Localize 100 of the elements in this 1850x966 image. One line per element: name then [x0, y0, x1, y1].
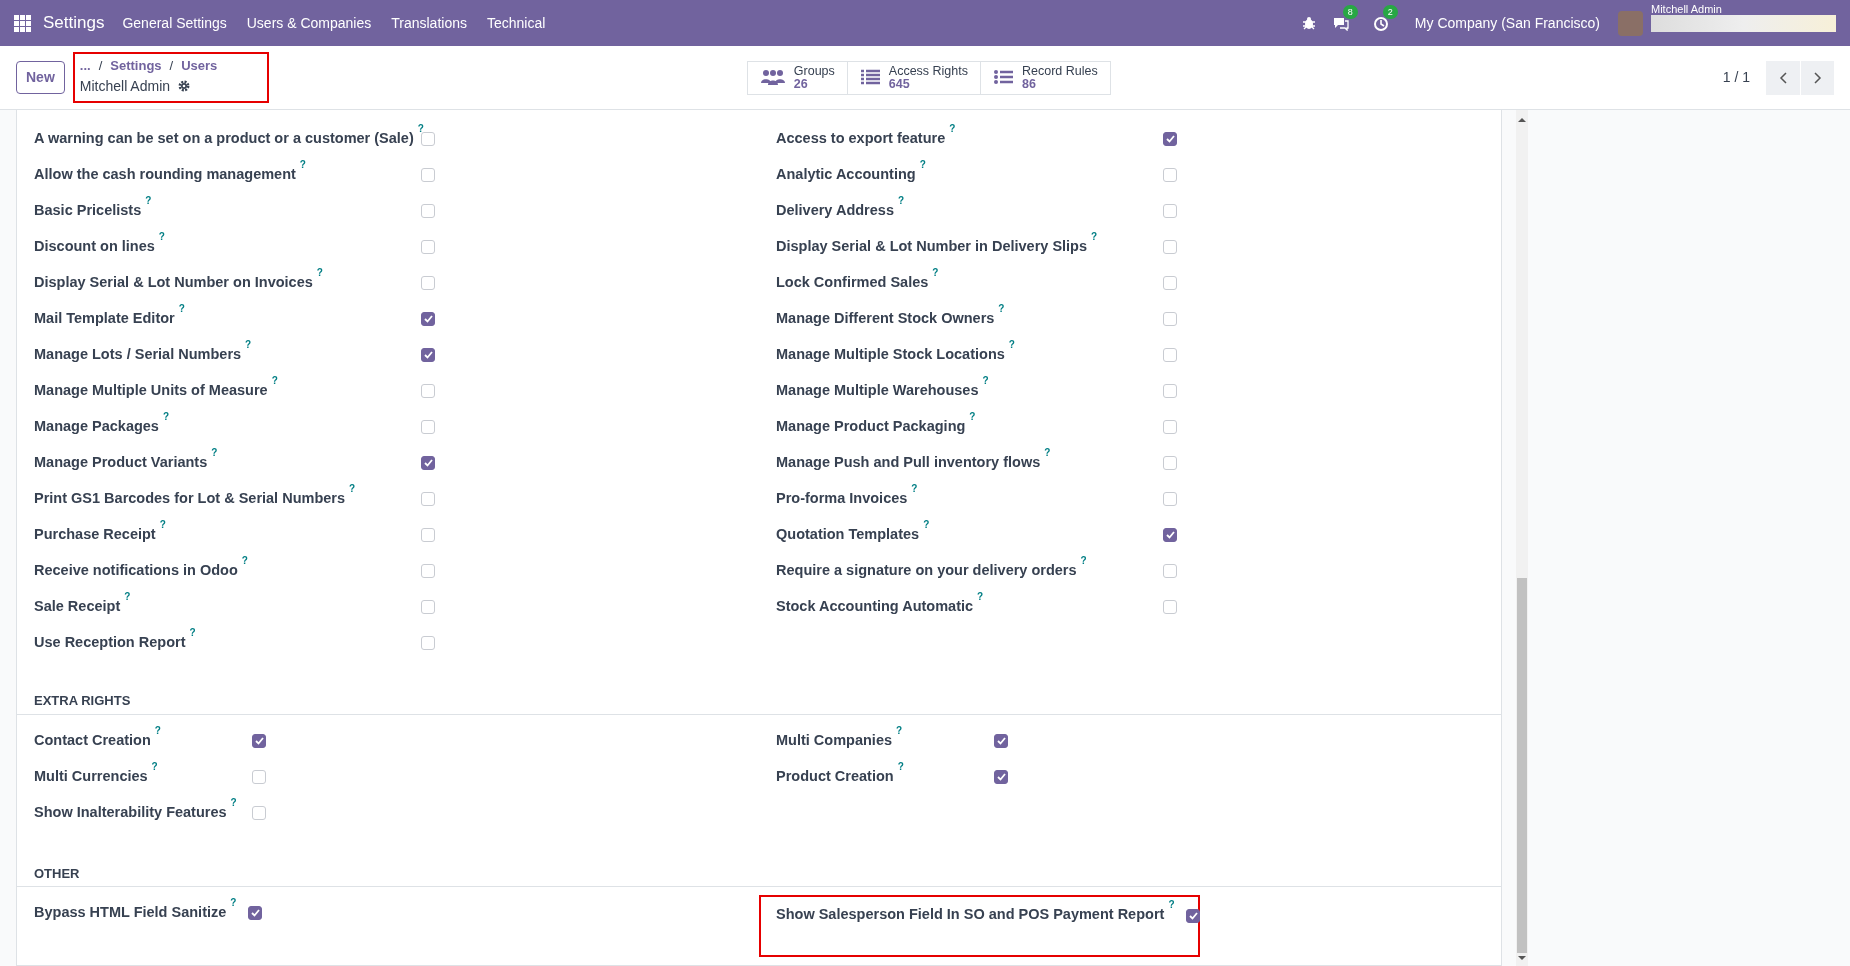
field-label: Manage Multiple Stock Locations	[776, 346, 1005, 363]
next-button[interactable]	[1800, 60, 1834, 95]
help-tooltip[interactable]: ?	[949, 123, 956, 135]
help-tooltip[interactable]: ?	[896, 724, 903, 736]
menu-item[interactable]: Technical	[477, 12, 556, 34]
avatar[interactable]	[1618, 10, 1643, 36]
field-label: Manage Product Packaging	[776, 418, 966, 435]
help-tooltip[interactable]: ?	[919, 159, 926, 171]
field-label: Stock Accounting Automatic	[776, 598, 974, 615]
help-tooltip[interactable]: ?	[241, 555, 248, 567]
stat-button[interactable]: Access Rights 645	[847, 60, 981, 95]
field-label: Product Creation	[776, 767, 894, 784]
breadcrumb-separator: /	[98, 57, 103, 75]
checkbox[interactable]	[1163, 528, 1177, 542]
menu-item[interactable]: Translations	[381, 12, 477, 34]
help-tooltip[interactable]: ?	[349, 483, 356, 495]
field-label: Mail Template Editor	[34, 310, 175, 327]
field-label: Manage Multiple Units of Measure	[34, 382, 268, 399]
help-tooltip[interactable]: ?	[162, 411, 170, 423]
breadcrumb-link[interactable]: Users	[181, 56, 218, 76]
help-tooltip[interactable]: ?	[158, 231, 165, 243]
help-tooltip[interactable]: ?	[124, 591, 131, 603]
people-icon	[759, 69, 786, 86]
company-switcher[interactable]: My Company (San Francisco)	[1404, 12, 1610, 34]
checkbox[interactable]	[421, 312, 435, 326]
help-tooltip[interactable]: ?	[151, 760, 158, 772]
stat-button[interactable]: Groups 26	[746, 60, 848, 95]
field-label: A warning can be set on a product or a customer (Sale)	[34, 130, 414, 147]
help-tooltip[interactable]: ?	[923, 519, 930, 531]
help-tooltip[interactable]: ?	[897, 760, 904, 772]
field-label: Manage Different Stock Owners	[776, 310, 995, 327]
stat-button[interactable]: Record Rules 86	[981, 60, 1111, 95]
help-tooltip[interactable]: ?	[998, 303, 1005, 315]
checkbox[interactable]	[248, 906, 263, 920]
breadcrumb-link[interactable]: Settings	[110, 56, 162, 76]
user-name: Mitchell Admin	[1651, 4, 1723, 15]
field-label: Lock Confirmed Sales	[776, 274, 929, 291]
help-tooltip[interactable]: ?	[932, 267, 939, 279]
field-label: Contact Creation	[34, 731, 151, 748]
field-label: Manage Lots / Serial Numbers	[34, 346, 242, 363]
help-tooltip[interactable]: ?	[230, 796, 237, 808]
field-label: Receive notifications in Odoo	[34, 562, 238, 579]
menu-item[interactable]: Users & Companies	[236, 12, 382, 34]
help-tooltip[interactable]: ?	[271, 375, 278, 387]
help-tooltip[interactable]: ?	[1080, 555, 1087, 567]
clock-icon[interactable]	[1372, 15, 1389, 32]
help-tooltip[interactable]: ?	[230, 897, 237, 909]
field-label: Sale Receipt	[34, 598, 121, 615]
help-tooltip[interactable]: ?	[211, 447, 218, 459]
field-label: Show Inalterability Features	[34, 803, 227, 820]
checkbox[interactable]	[1163, 132, 1177, 146]
field-label: Show Salesperson Field In SO and POS Payment Report	[776, 906, 1165, 922]
help-tooltip[interactable]: ?	[245, 339, 252, 351]
help-tooltip[interactable]: ?	[316, 267, 323, 279]
field-label: Multi Currencies	[34, 767, 148, 784]
field-label: Purchase Receipt	[34, 526, 156, 543]
gear-icon[interactable]	[178, 80, 191, 92]
help-tooltip[interactable]: ?	[145, 195, 152, 207]
chevron-left-icon	[1778, 70, 1788, 85]
checkbox[interactable]	[994, 769, 1008, 784]
help-tooltip[interactable]: ?	[1091, 231, 1098, 243]
bug-icon[interactable]	[1301, 16, 1316, 30]
new-button[interactable]: New	[16, 61, 65, 94]
scrollbar[interactable]	[1516, 110, 1528, 966]
help-tooltip[interactable]: ?	[982, 375, 989, 387]
chat-icon[interactable]	[1331, 16, 1349, 32]
list-icon	[993, 69, 1014, 86]
pager-counter[interactable]: 1 / 1	[1722, 67, 1750, 88]
field-label: Delivery Address	[776, 202, 894, 219]
app-title: Settings	[43, 12, 105, 35]
help-tooltip[interactable]: ?	[417, 123, 424, 135]
help-tooltip[interactable]: ?	[1008, 339, 1015, 351]
help-tooltip[interactable]: ?	[154, 724, 161, 736]
help-tooltip[interactable]: ?	[977, 591, 984, 603]
field-label: Analytic Accounting	[776, 166, 916, 183]
help-tooltip[interactable]: ?	[178, 303, 185, 315]
checkbox[interactable]	[252, 733, 266, 748]
checkbox[interactable]	[1186, 909, 1201, 923]
help-tooltip[interactable]: ?	[159, 519, 166, 531]
help-tooltip[interactable]: ?	[1168, 899, 1175, 911]
previous-button[interactable]	[1766, 60, 1800, 95]
checkbox[interactable]	[421, 348, 435, 362]
menu-item[interactable]: General Settings	[112, 12, 237, 34]
help-tooltip[interactable]: ?	[299, 159, 306, 171]
help-tooltip[interactable]: ?	[897, 195, 905, 207]
help-tooltip[interactable]: ?	[969, 411, 976, 423]
field-label: Require a signature on your delivery orders	[776, 562, 1077, 579]
apps-menu-icon[interactable]	[14, 14, 31, 32]
field-label: Access to export feature	[776, 130, 946, 147]
help-tooltip[interactable]: ?	[911, 483, 918, 495]
record-title: Mitchell Admin	[79, 76, 171, 96]
checkbox[interactable]	[994, 733, 1008, 748]
checkbox[interactable]	[421, 456, 435, 470]
chevron-right-icon	[1812, 70, 1823, 85]
activity-count: 2	[1382, 4, 1398, 19]
field-label: Print GS1 Barcodes for Lot & Serial Numbers	[34, 490, 346, 507]
field-label: Manage Packages	[34, 418, 159, 435]
breadcrumb-more[interactable]: ...	[79, 56, 91, 76]
help-tooltip[interactable]: ?	[189, 627, 196, 639]
help-tooltip[interactable]: ?	[1044, 447, 1051, 459]
